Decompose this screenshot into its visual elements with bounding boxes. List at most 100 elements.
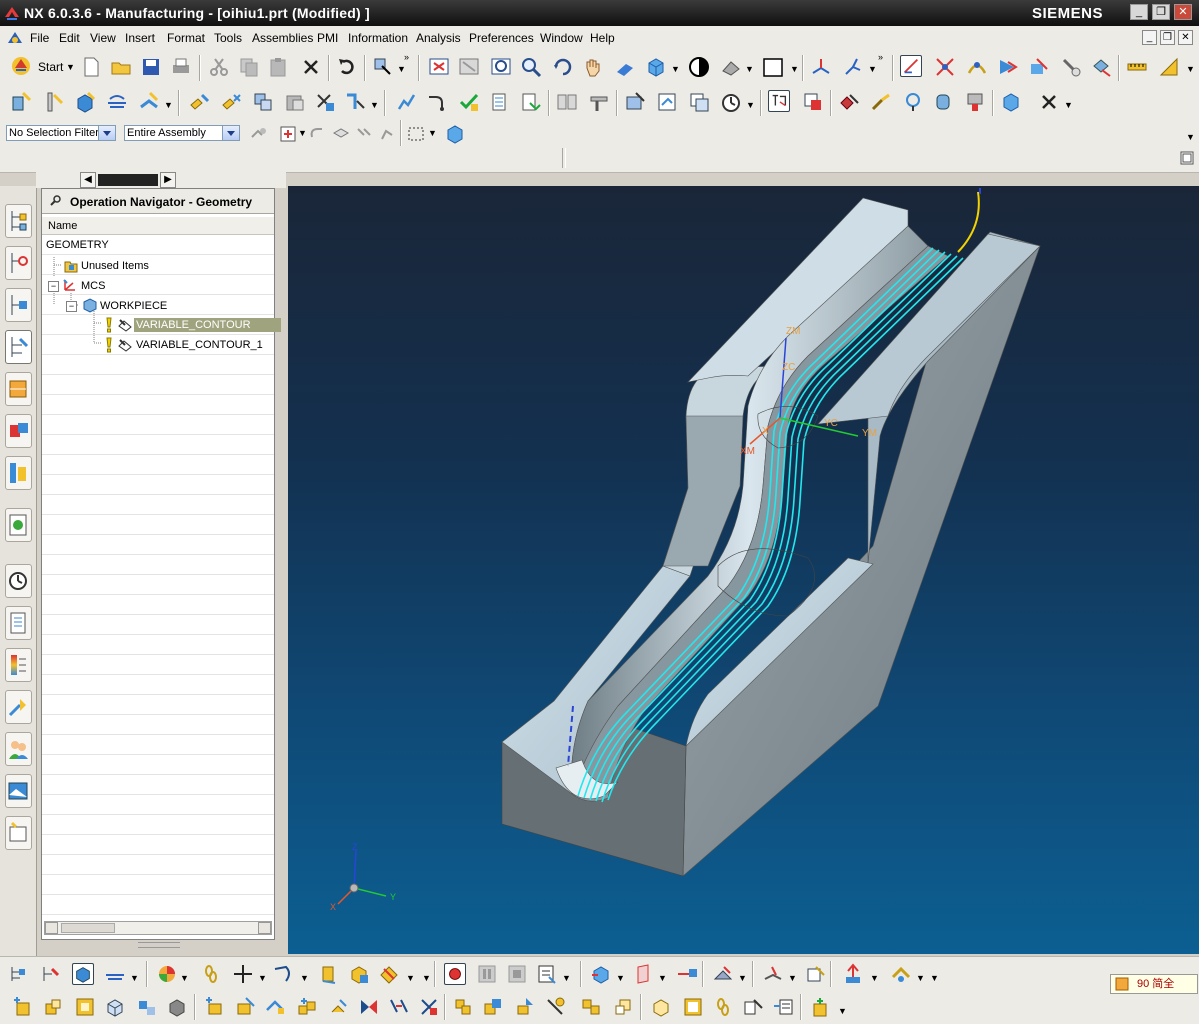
create-program-icon[interactable] — [10, 91, 32, 113]
menu-format[interactable]: Format — [167, 31, 205, 45]
shop-doc-icon[interactable] — [556, 91, 578, 113]
pan-icon[interactable] — [582, 56, 604, 78]
subassembly-icon[interactable] — [612, 996, 634, 1018]
operation-navigator-tab[interactable] — [5, 330, 32, 364]
select-face-icon[interactable] — [378, 123, 400, 145]
chevron-down-icon[interactable] — [222, 126, 239, 140]
selection-filter-combo[interactable]: No Selection Filter — [6, 125, 116, 141]
background-icon[interactable] — [720, 56, 742, 78]
scroll-left-button[interactable]: ◀ — [80, 172, 96, 188]
roles-tab[interactable] — [5, 732, 32, 766]
undo-icon[interactable] — [336, 56, 358, 78]
rotate-icon[interactable] — [552, 56, 574, 78]
probe-icon[interactable] — [902, 91, 924, 113]
perspective-icon[interactable] — [614, 56, 636, 78]
menu-window[interactable]: Window — [540, 31, 583, 45]
dropdown-arrow-icon[interactable]: ▼ — [428, 128, 437, 138]
assembly-replace-icon[interactable] — [166, 996, 188, 1018]
operation-edit-icon[interactable] — [188, 91, 210, 113]
crosshair-point-icon[interactable] — [232, 963, 254, 985]
scroll-thumb[interactable] — [61, 923, 115, 933]
assembly-mate-icon[interactable] — [74, 996, 96, 1018]
postprocess-icon[interactable] — [520, 91, 542, 113]
new-file-icon[interactable] — [80, 56, 102, 78]
delete-icon[interactable] — [300, 56, 322, 78]
scroll-right-button[interactable]: ▶ — [160, 172, 176, 188]
assembly-array-icon[interactable] — [104, 996, 126, 1018]
menu-information[interactable]: Information — [348, 31, 408, 45]
menu-view[interactable]: View — [90, 31, 116, 45]
object-edit-icon[interactable] — [656, 91, 678, 113]
render-style-icon[interactable] — [688, 56, 710, 78]
dropdown-arrow-icon[interactable]: ▼ — [788, 973, 797, 983]
overflow-chevron-icon[interactable]: » — [404, 52, 409, 62]
cut-icon[interactable] — [208, 56, 230, 78]
verify-toolpath-icon[interactable] — [458, 91, 480, 113]
block-feature-icon[interactable] — [348, 963, 370, 985]
mdi-close-button[interactable]: ✕ — [1178, 30, 1193, 45]
simulate-machine-icon[interactable] — [1060, 56, 1082, 78]
create-method-icon[interactable] — [106, 91, 128, 113]
scroll-right-icon[interactable] — [258, 922, 271, 934]
start-icon[interactable] — [10, 55, 32, 77]
measure-angle-icon[interactable] — [1158, 56, 1180, 78]
dropdown-arrow-icon[interactable]: ▼ — [258, 973, 267, 983]
reuse-library-tab[interactable] — [5, 456, 32, 490]
feature-machining-icon[interactable] — [838, 91, 860, 113]
dropdown-arrow-icon[interactable]: ▼ — [130, 973, 139, 983]
motion-icon[interactable] — [890, 963, 912, 985]
wave-link-icon[interactable] — [418, 996, 440, 1018]
sequence-icon[interactable] — [452, 996, 474, 1018]
explode-view-icon[interactable] — [328, 996, 350, 1018]
holder-icon[interactable] — [964, 91, 986, 113]
verify-path-icon[interactable] — [1028, 56, 1050, 78]
tool-path-display-icon[interactable] — [934, 56, 956, 78]
mirror-assembly-icon[interactable] — [358, 996, 380, 1018]
table-list-icon[interactable] — [772, 996, 794, 1018]
assembly-mirror-icon[interactable] — [136, 996, 158, 1018]
stop-record-icon[interactable] — [506, 963, 528, 985]
menu-insert[interactable]: Insert — [125, 31, 155, 45]
scroll-track[interactable] — [98, 174, 158, 186]
tree-node-mcs[interactable]: MCS — [81, 279, 105, 293]
tree-node-variable-contour[interactable]: VARIABLE_CONTOUR — [134, 318, 281, 332]
component-move-icon[interactable] — [234, 996, 256, 1018]
scroll-left-icon[interactable] — [45, 922, 58, 934]
print-icon[interactable] — [170, 56, 192, 78]
menu-tools[interactable]: Tools — [214, 31, 242, 45]
select-solid-icon[interactable] — [444, 123, 466, 145]
selection-priority-icon[interactable] — [372, 56, 394, 78]
scope-combo[interactable]: Entire Assembly — [124, 125, 240, 141]
dropdown-arrow-icon[interactable]: ▼ — [1064, 100, 1073, 110]
geometry-view-icon[interactable] — [72, 963, 94, 985]
record-icon[interactable] — [444, 963, 466, 985]
machine-time-icon[interactable] — [720, 91, 742, 113]
select-body-icon[interactable] — [330, 123, 352, 145]
zoom-icon[interactable] — [520, 56, 542, 78]
collapse-toggle-icon[interactable]: − — [48, 281, 59, 292]
web-browser-tab[interactable] — [5, 508, 32, 542]
display-blank-icon[interactable] — [768, 90, 790, 112]
csys-display-icon[interactable] — [900, 55, 922, 77]
part-model[interactable]: ZM ZC YC YM XM X Z Y X — [288, 186, 1199, 954]
wcs-dynamic-icon[interactable] — [842, 56, 864, 78]
tree-node-workpiece[interactable]: WORKPIECE — [100, 299, 167, 313]
manufacturing-wizard-tab[interactable] — [5, 690, 32, 724]
dropdown-arrow-icon[interactable]: ▼ — [930, 973, 939, 983]
link-icon[interactable] — [712, 996, 734, 1018]
navigator-hscrollbar[interactable] — [44, 921, 272, 935]
dropdown-arrow-icon[interactable]: ▼ — [164, 100, 173, 110]
generate-path-icon[interactable] — [966, 56, 988, 78]
dropdown-arrow-icon[interactable]: ▼ — [790, 64, 799, 74]
attribute-icon[interactable] — [742, 996, 764, 1018]
operation-cut-icon[interactable] — [220, 91, 242, 113]
blend-feature-icon[interactable] — [378, 963, 400, 985]
reference-set-icon[interactable] — [682, 996, 704, 1018]
overflow-chevron-icon[interactable]: » — [878, 52, 883, 62]
splitter-grip[interactable] — [138, 942, 180, 948]
operation-delete-icon[interactable] — [314, 91, 336, 113]
rectangle-select-icon[interactable] — [406, 123, 428, 145]
journal-icon[interactable] — [536, 963, 558, 985]
dropdown-arrow-icon[interactable]: ▼ — [180, 973, 189, 983]
menu-pmi[interactable]: PMI — [317, 31, 338, 45]
